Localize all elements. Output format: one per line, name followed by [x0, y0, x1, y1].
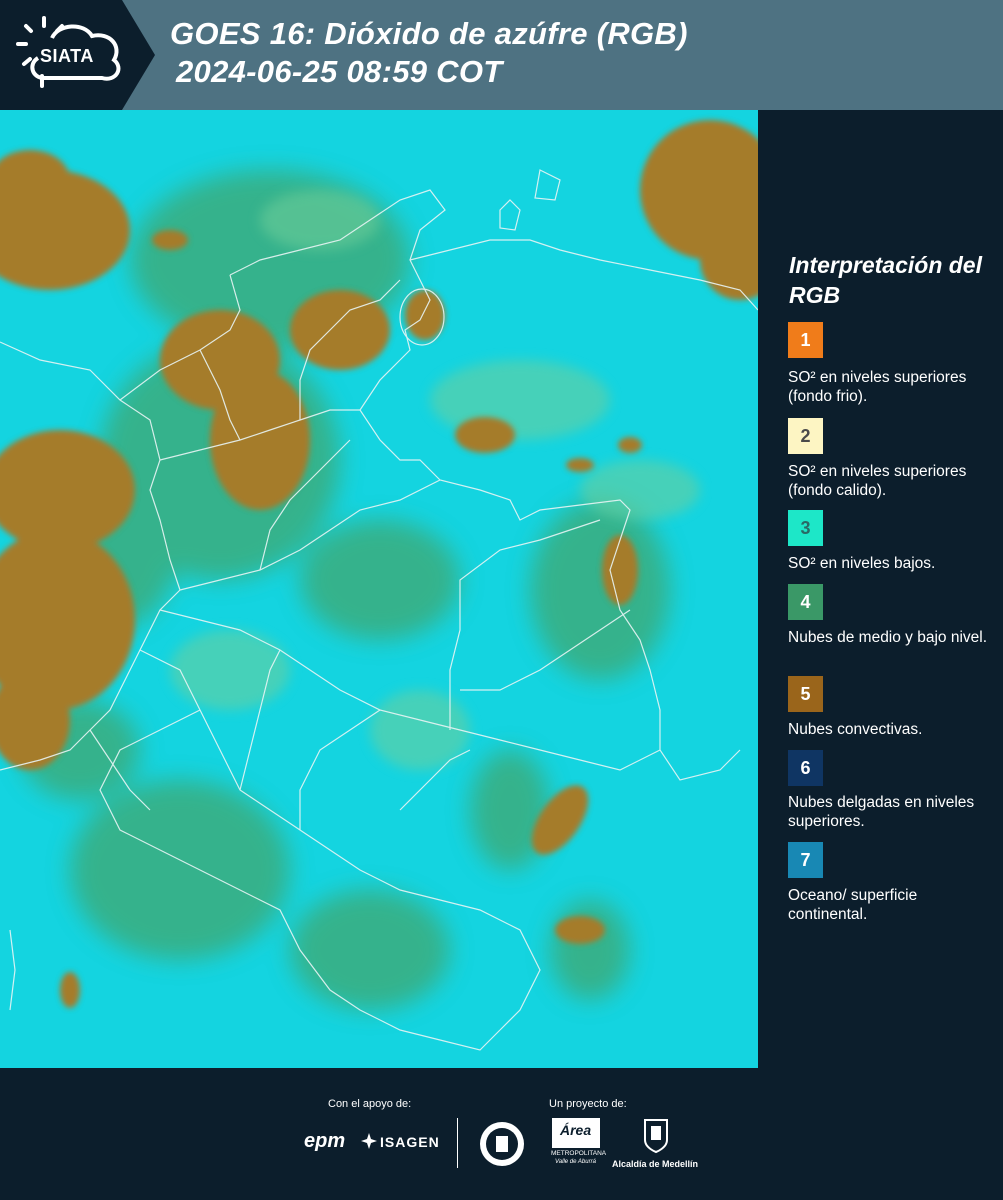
alcaldia-logo[interactable]: Alcaldía de Medellín [612, 1159, 698, 1169]
legend-label-6: Nubes delgadas en niveles superiores. [788, 794, 975, 830]
page-title: GOES 16: Dióxido de azúfre (RGB) [170, 16, 688, 51]
legend-label-7: Oceano/ superficie continental. [788, 887, 918, 923]
area-metropolitana-logo[interactable]: Área [560, 1122, 591, 1138]
area-metropolitana-sub: METROPOLITANA [551, 1150, 607, 1157]
legend-swatch-6: 6 [788, 750, 823, 786]
legend-swatch-1: 1 [788, 322, 823, 358]
legend-label-5: Nubes convectivas. [788, 721, 923, 738]
legend-swatch-2: 2 [788, 418, 823, 454]
area-metropolitana-sub2: Valle de Aburrá [555, 1159, 596, 1165]
footer-divider [457, 1118, 458, 1168]
legend-swatch-7: 7 [788, 842, 823, 878]
logo-text: SIATA [40, 46, 94, 66]
legend-swatch-4: 4 [788, 584, 823, 620]
legend-label-1: SO² en niveles superiores (fondo frio). [788, 369, 967, 405]
alcaldia-shield-icon [644, 1119, 668, 1154]
isagen-icon [361, 1133, 377, 1149]
legend-label-2: SO² en niveles superiores (fondo calido)… [788, 463, 967, 499]
page-timestamp: 2024-06-25 08:59 COT [176, 54, 503, 89]
support-caption: Con el apoyo de: [328, 1098, 412, 1110]
epm-logo[interactable]: epm [304, 1130, 345, 1153]
legend-swatch-5: 5 [788, 676, 823, 712]
satellite-map[interactable] [0, 110, 760, 1068]
satellite-image [0, 110, 758, 1068]
isagen-logo[interactable]: ISAGEN [380, 1134, 440, 1150]
footer: Con el apoyo de: Un proyecto de: epm ISA… [0, 1068, 1003, 1200]
legend-label-4: Nubes de medio y bajo nivel. [788, 629, 988, 646]
universidad-seal-icon[interactable] [478, 1120, 526, 1168]
legend-label-3: SO² en niveles bajos. [788, 555, 936, 572]
siata-logo[interactable]: SIATA [0, 0, 155, 110]
header: SIATA GOES 16: Dióxido de azúfre (RGB) 2… [0, 0, 1003, 110]
legend-swatch-3: 3 [788, 510, 823, 546]
legend-title: Interpretación del RGB [789, 252, 982, 308]
project-caption: Un proyecto de: [549, 1098, 627, 1110]
